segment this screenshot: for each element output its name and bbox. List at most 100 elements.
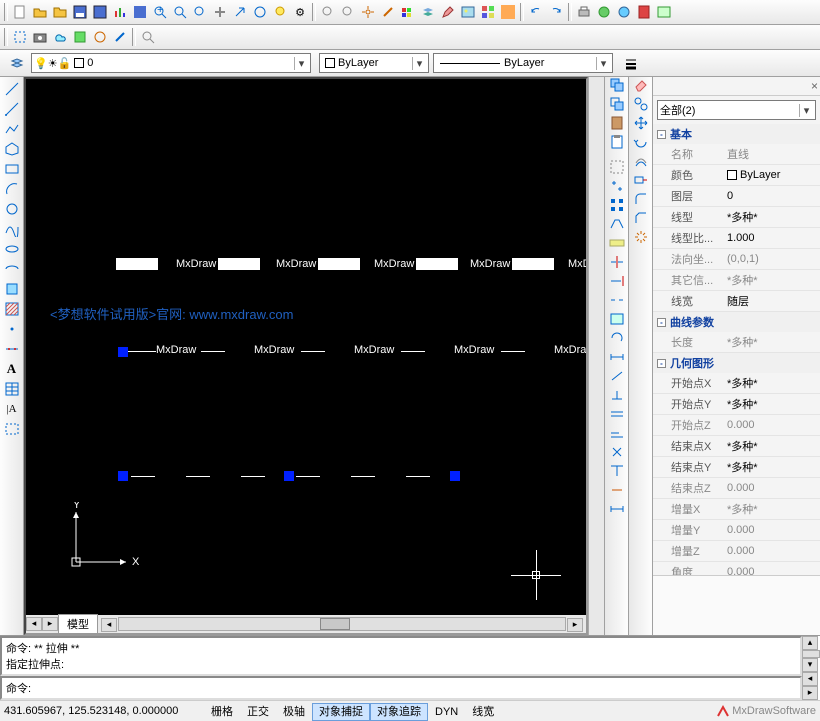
zoom-in-icon[interactable]: + <box>150 2 170 22</box>
drawing-canvas[interactable]: MxDraw MxDraw MxDraw MxDraw MxDraw <梦想软件… <box>26 79 586 615</box>
move-icon[interactable] <box>633 115 649 134</box>
zoom-out-icon[interactable] <box>170 2 190 22</box>
property-value[interactable]: *多种* <box>723 436 820 456</box>
globe-icon[interactable] <box>614 2 634 22</box>
circle2-icon[interactable] <box>90 27 110 47</box>
dim1-icon[interactable] <box>609 349 625 368</box>
collapse-icon[interactable]: - <box>657 130 666 139</box>
copy2-icon[interactable] <box>609 96 625 115</box>
rot-icon[interactable] <box>609 330 625 349</box>
dim9-icon[interactable] <box>609 501 625 520</box>
array-icon[interactable] <box>609 197 625 216</box>
property-value[interactable]: *多种* <box>723 457 820 477</box>
property-value[interactable]: 0 <box>723 186 820 206</box>
property-value[interactable]: *多种* <box>723 332 820 352</box>
dropdown-arrow-icon[interactable]: ▾ <box>799 104 813 117</box>
property-row[interactable]: 开始点Y*多种* <box>653 394 820 415</box>
image-icon[interactable] <box>458 2 478 22</box>
palette-icon[interactable] <box>398 2 418 22</box>
point-icon[interactable] <box>2 319 22 339</box>
grip-handle[interactable] <box>118 471 128 481</box>
dim2-icon[interactable] <box>609 368 625 387</box>
pen3-icon[interactable] <box>110 27 130 47</box>
ruler-icon[interactable] <box>609 235 625 254</box>
property-row[interactable]: 结束点Y*多种* <box>653 457 820 478</box>
cut-icon[interactable] <box>609 77 625 96</box>
zoom-all-icon[interactable] <box>190 2 210 22</box>
property-group[interactable]: -几何图形 <box>653 353 820 373</box>
status-toggle[interactable]: 栅格 <box>204 703 240 721</box>
property-row[interactable]: 线型比...1.000 <box>653 228 820 249</box>
pan-icon[interactable] <box>210 2 230 22</box>
pdf-icon[interactable] <box>634 2 654 22</box>
mtext-icon[interactable]: |A <box>2 399 22 419</box>
pen2-icon[interactable] <box>438 2 458 22</box>
zoom3-icon[interactable] <box>318 2 338 22</box>
select-icon[interactable] <box>10 27 30 47</box>
layer-manager-icon[interactable] <box>7 53 27 73</box>
property-value[interactable]: 直线 <box>723 144 820 164</box>
property-row[interactable]: 颜色ByLayer <box>653 165 820 186</box>
camera-icon[interactable] <box>30 27 50 47</box>
grip-handle[interactable] <box>118 347 128 357</box>
property-group[interactable]: -曲线参数 <box>653 312 820 332</box>
property-value[interactable]: *多种* <box>723 207 820 227</box>
arrow-icon[interactable] <box>230 2 250 22</box>
image2-icon[interactable] <box>609 311 625 330</box>
tab-prev-icon[interactable]: ◂ <box>26 617 42 631</box>
zoom2-icon[interactable] <box>250 2 270 22</box>
undo-icon[interactable] <box>526 2 546 22</box>
toolbar-grip[interactable] <box>4 28 8 46</box>
property-value[interactable]: *多种* <box>723 394 820 414</box>
property-value[interactable]: 0.000 <box>723 541 820 561</box>
toolbar-grip[interactable] <box>312 3 316 21</box>
property-row[interactable]: 图层0 <box>653 186 820 207</box>
mirror-icon[interactable] <box>609 216 625 235</box>
command-history[interactable]: 命令: ** 拉伸 ** 指定拉伸点: <box>0 636 802 676</box>
cloud-icon[interactable] <box>50 27 70 47</box>
trim-icon[interactable] <box>609 254 625 273</box>
property-row[interactable]: 线型*多种* <box>653 207 820 228</box>
paint-icon[interactable] <box>594 2 614 22</box>
tool1-icon[interactable]: ⚙ <box>290 2 310 22</box>
find-icon[interactable] <box>138 27 158 47</box>
status-toggle[interactable]: DYN <box>428 703 465 721</box>
status-toggle[interactable]: 正交 <box>240 703 276 721</box>
line-icon[interactable] <box>2 79 22 99</box>
selrect-icon[interactable] <box>609 159 625 178</box>
h-scrollbar[interactable]: ◂ ▸ <box>118 617 566 631</box>
save2-icon[interactable] <box>90 2 110 22</box>
property-row[interactable]: 法向坐...(0,0,1) <box>653 249 820 270</box>
property-row[interactable]: 结束点X*多种* <box>653 436 820 457</box>
property-row[interactable]: 线宽随层 <box>653 291 820 312</box>
property-row[interactable]: 增量Z0.000 <box>653 541 820 562</box>
property-value[interactable]: 0.000 <box>723 520 820 540</box>
property-value[interactable]: 0.000 <box>723 562 820 575</box>
save-icon[interactable] <box>70 2 90 22</box>
stretch-icon[interactable] <box>633 172 649 191</box>
property-row[interactable]: 开始点Z0.000 <box>653 415 820 436</box>
toolbar-grip[interactable] <box>4 3 8 21</box>
dropdown-arrow-icon[interactable]: ▾ <box>412 57 426 70</box>
scroll-right-icon[interactable]: ▸ <box>802 686 818 700</box>
color-icon[interactable] <box>498 2 518 22</box>
property-value[interactable]: *多种* <box>723 270 820 290</box>
open-icon[interactable] <box>30 2 50 22</box>
clip-icon[interactable] <box>609 134 625 153</box>
redo-icon[interactable] <box>546 2 566 22</box>
color-dropdown[interactable]: ByLayer ▾ <box>319 53 429 73</box>
scroll-left-icon[interactable]: ◂ <box>101 618 117 632</box>
paste-icon[interactable] <box>609 115 625 134</box>
ray-icon[interactable] <box>2 99 22 119</box>
fillet-icon[interactable] <box>633 191 649 210</box>
property-value[interactable]: *多种* <box>723 373 820 393</box>
layer-dropdown[interactable]: 💡 ☀ 🔓 0 ▾ <box>31 53 311 73</box>
status-toggle[interactable]: 对象追踪 <box>370 703 428 721</box>
selection-dropdown[interactable]: 全部(2) ▾ <box>657 100 816 120</box>
text-a-icon[interactable]: A <box>2 359 22 379</box>
dim5-icon[interactable] <box>609 425 625 444</box>
pic-icon[interactable] <box>654 2 674 22</box>
property-row[interactable]: 名称直线 <box>653 144 820 165</box>
property-value[interactable]: 1.000 <box>723 228 820 248</box>
region-icon[interactable] <box>2 419 22 439</box>
